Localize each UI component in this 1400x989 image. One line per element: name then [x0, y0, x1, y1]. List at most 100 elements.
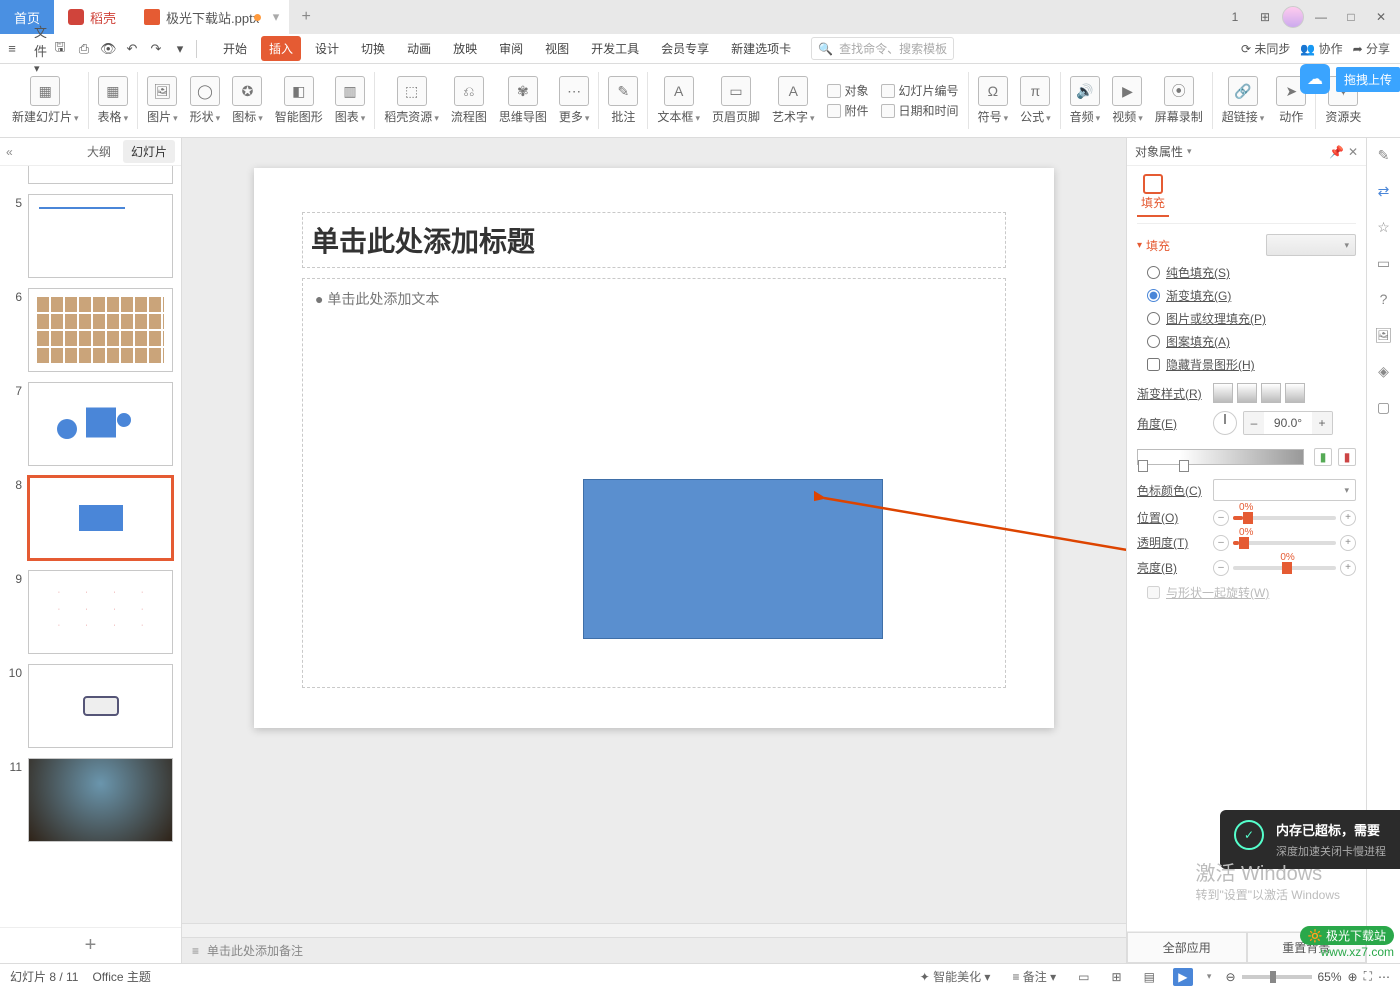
ribbon-comment[interactable]: ✎批注: [602, 68, 644, 133]
add-slide[interactable]: +: [0, 927, 181, 963]
ribbon-record[interactable]: ⦿屏幕录制: [1149, 68, 1209, 133]
ribbon-mindmap[interactable]: ✾思维导图: [493, 68, 553, 133]
radio-picture[interactable]: 图片或纹理填充(P): [1147, 310, 1356, 327]
angle-value[interactable]: 90.0°: [1264, 416, 1312, 430]
ribbon-picture[interactable]: 🖼图片: [141, 68, 184, 133]
gradient-stop-2[interactable]: [1179, 460, 1189, 472]
title-placeholder[interactable]: 单击此处添加标题: [302, 212, 1006, 268]
smart-beautify[interactable]: ✦ 智能美化 ▾: [916, 966, 995, 987]
position-slider[interactable]: – 0% +: [1213, 510, 1356, 526]
view-normal[interactable]: ▭: [1074, 968, 1093, 986]
opacity-slider[interactable]: – 0% +: [1213, 535, 1356, 551]
stopcolor-dropdown[interactable]: [1213, 479, 1356, 501]
angle-inc[interactable]: +: [1312, 412, 1332, 434]
slide-thumb-6[interactable]: 6: [4, 288, 173, 372]
vtb-1[interactable]: ✎: [1373, 144, 1395, 166]
ribbon-more[interactable]: ⋯更多: [553, 68, 596, 133]
gradstyle-1[interactable]: [1213, 383, 1233, 403]
vtb-2[interactable]: ⇄: [1373, 180, 1395, 202]
opacity-inc[interactable]: +: [1340, 535, 1356, 551]
tab-menu-icon[interactable]: ▾: [273, 9, 280, 25]
prop-tab-fill[interactable]: 填充: [1137, 174, 1169, 217]
tab-outline[interactable]: 大纲: [79, 140, 119, 163]
reset-bg-button[interactable]: 重置背景: [1247, 932, 1367, 963]
collab-button[interactable]: 👥 协作: [1300, 40, 1342, 57]
ribbon-audio[interactable]: 🔊音频: [1064, 68, 1107, 133]
preview-icon[interactable]: 👁: [100, 41, 116, 57]
tab-add[interactable]: +: [289, 0, 323, 34]
memory-toast[interactable]: ✓ 内存已超标，需要 深度加速关闭卡慢进程: [1220, 810, 1400, 869]
slide-thumb-7[interactable]: 7: [4, 382, 173, 466]
slide-thumb-8[interactable]: 8: [4, 476, 173, 560]
apply-all-button[interactable]: 全部应用: [1127, 932, 1247, 963]
check-rotate[interactable]: 与形状一起旋转(W): [1147, 584, 1356, 601]
horizontal-scrollbar[interactable]: [182, 923, 1126, 937]
ribbon-slidenum[interactable]: 幻灯片编号: [881, 82, 959, 99]
tab-custom[interactable]: 新建选项卡: [723, 36, 799, 61]
fill-preset-dropdown[interactable]: [1266, 234, 1356, 256]
ribbon-new-slide[interactable]: ▦新建幻灯片: [6, 68, 85, 133]
angle-spinner[interactable]: – 90.0° +: [1243, 411, 1333, 435]
ribbon-datetime[interactable]: 日期和时间: [881, 102, 959, 119]
drag-upload[interactable]: 拖拽上传: [1336, 67, 1400, 92]
ribbon-hyperlink[interactable]: 🔗超链接: [1216, 68, 1271, 133]
ribbon-attach[interactable]: 附件: [827, 102, 869, 119]
bright-slider[interactable]: – 0% +: [1213, 560, 1356, 576]
tab-devtools[interactable]: 开发工具: [583, 36, 647, 61]
ribbon-chart[interactable]: ▥图表: [329, 68, 372, 133]
ribbon-wordart[interactable]: A艺术字: [766, 68, 821, 133]
zoom-out[interactable]: ⊖: [1225, 970, 1235, 984]
ribbon-icon[interactable]: ✪图标: [226, 68, 269, 133]
ribbon-object[interactable]: 对象: [827, 82, 869, 99]
ribbon-symbol[interactable]: Ω符号: [972, 68, 1015, 133]
ribbon-flowchart[interactable]: ⎌流程图: [445, 68, 493, 133]
radio-gradient[interactable]: 渐变填充(G): [1147, 287, 1356, 304]
zoom-value[interactable]: 65%: [1318, 970, 1342, 984]
gradstyle-4[interactable]: [1285, 383, 1305, 403]
tab-animation[interactable]: 动画: [399, 36, 439, 61]
collapse-panel[interactable]: «: [6, 145, 13, 159]
blue-rectangle-shape[interactable]: [583, 479, 883, 639]
tab-slideshow[interactable]: 放映: [445, 36, 485, 61]
zoom-fit[interactable]: ⛶: [1364, 969, 1372, 984]
maximize-button[interactable]: □: [1338, 6, 1364, 28]
vtb-8[interactable]: ▢: [1373, 396, 1395, 418]
slide-thumb-4-partial[interactable]: [4, 166, 173, 184]
vtb-3[interactable]: ☆: [1373, 216, 1395, 238]
zoom-track[interactable]: [1242, 975, 1312, 979]
del-stop[interactable]: ▮: [1338, 448, 1356, 466]
tab-document[interactable]: 极光下载站.pptx ▾: [130, 0, 289, 34]
avatar[interactable]: [1282, 6, 1304, 28]
bright-dec[interactable]: –: [1213, 560, 1229, 576]
bright-inc[interactable]: +: [1340, 560, 1356, 576]
pin-icon[interactable]: 📌: [1329, 145, 1344, 159]
status-more[interactable]: ⋯: [1378, 970, 1390, 984]
section-fill-header[interactable]: 填充: [1137, 234, 1356, 256]
share-button[interactable]: ➦ 分享: [1353, 40, 1390, 57]
ribbon-dkres[interactable]: ⬚稻壳资源: [378, 68, 445, 133]
close-window-button[interactable]: ✕: [1368, 6, 1394, 28]
slide-thumb-10[interactable]: 10: [4, 664, 173, 748]
notes-bar[interactable]: ≡ 单击此处添加备注: [182, 937, 1126, 963]
notes-toggle[interactable]: ≡ 备注 ▾: [1008, 966, 1060, 987]
gradient-bar[interactable]: [1137, 449, 1304, 465]
print-icon[interactable]: ⎙: [76, 41, 92, 57]
ribbon-shape[interactable]: ◯形状: [184, 68, 227, 133]
minimize-button[interactable]: —: [1308, 6, 1334, 28]
slides-list[interactable]: 5 6 7 8 9············ 10 11: [0, 166, 181, 927]
apps-button[interactable]: ⊞: [1252, 6, 1278, 28]
add-stop[interactable]: ▮: [1314, 448, 1332, 466]
slide-canvas[interactable]: 单击此处添加标题 ● 单击此处添加文本: [182, 138, 1126, 923]
ribbon-textbox[interactable]: A文本框: [651, 68, 706, 133]
angle-dial[interactable]: [1213, 411, 1237, 435]
tab-view[interactable]: 视图: [537, 36, 577, 61]
opacity-dec[interactable]: –: [1213, 535, 1229, 551]
menu-icon[interactable]: ≡: [4, 41, 20, 56]
slide-thumb-11[interactable]: 11: [4, 758, 173, 842]
gradstyle-3[interactable]: [1261, 383, 1281, 403]
tab-transition[interactable]: 切换: [353, 36, 393, 61]
save-icon[interactable]: 🖫: [52, 38, 68, 60]
tab-start[interactable]: 开始: [215, 36, 255, 61]
view-sorter[interactable]: ⊞: [1108, 968, 1126, 986]
vtb-7[interactable]: ◈: [1373, 360, 1395, 382]
